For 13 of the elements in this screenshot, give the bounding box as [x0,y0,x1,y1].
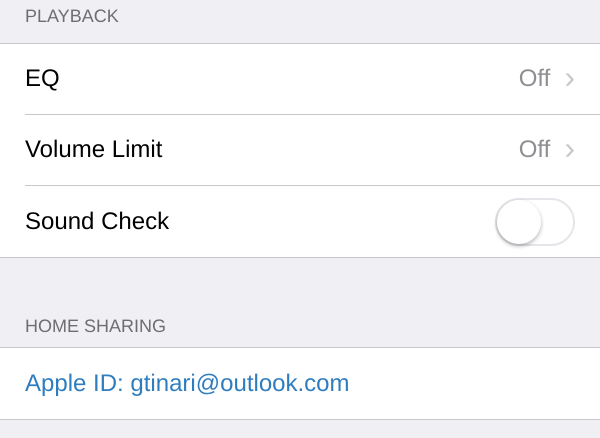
section-header: HOME SHARING [25,317,166,335]
section-header: PLAYBACK [25,7,119,25]
chevron-icon: › [564,132,575,164]
row-label: Volume Limit [25,135,164,165]
row-label: Sound Check [25,206,170,236]
toggle-switch[interactable] [495,198,575,246]
settings-row[interactable]: Volume Limit Off › [0,115,600,186]
settings-row[interactable]: EQ Off › [0,44,600,115]
chevron-icon: › [564,61,575,93]
row-value: Off [518,135,550,165]
apple-id-link[interactable]: Apple ID: gtinari@outlook.com [25,366,575,402]
row-label: EQ [25,64,61,94]
row-value: Off [518,64,550,94]
